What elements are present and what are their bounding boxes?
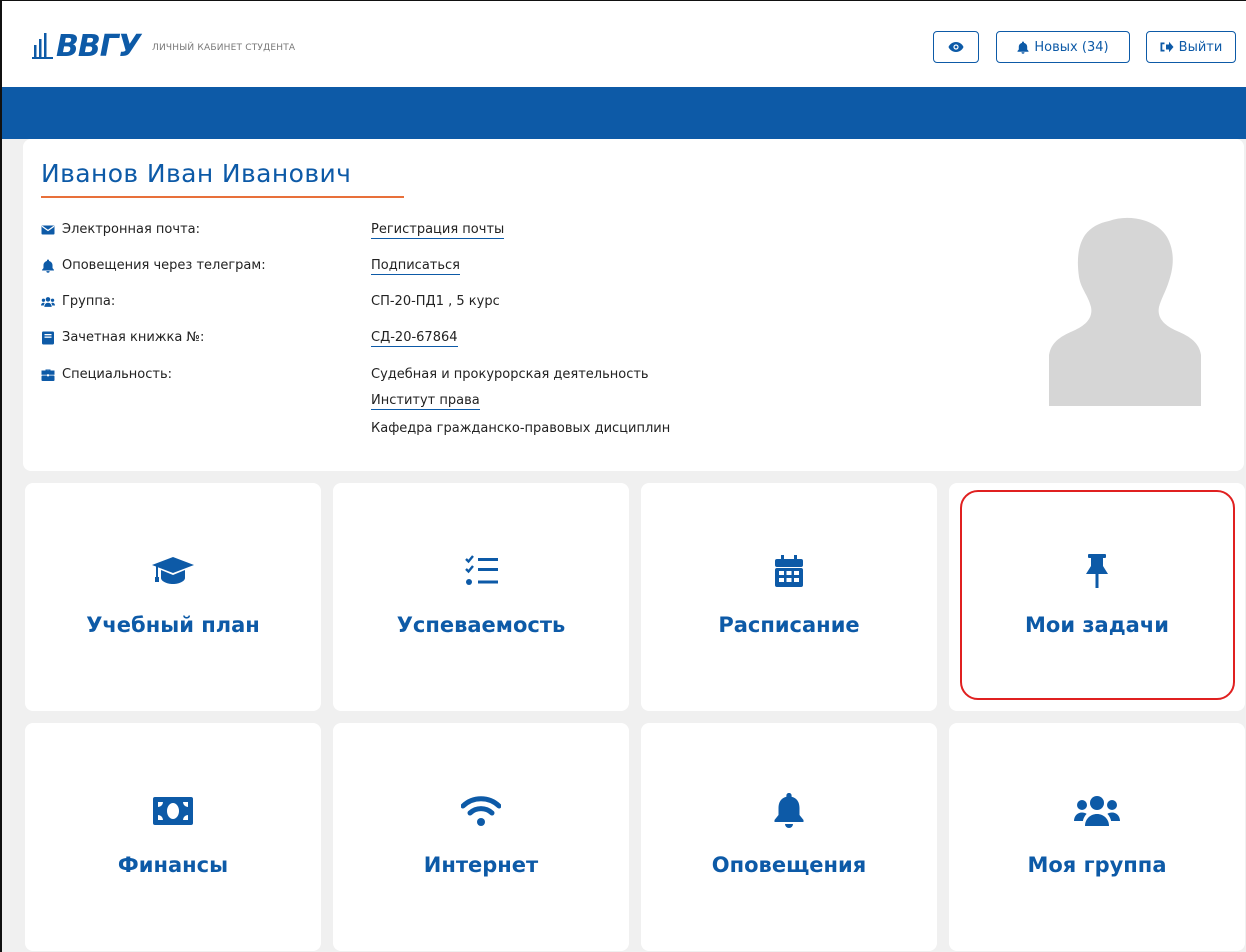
graduation-cap-icon: [152, 557, 194, 584]
tile-internet[interactable]: Интернет: [333, 723, 629, 951]
users-icon: [1074, 796, 1120, 826]
bell-icon: [1017, 41, 1029, 54]
email-value: Регистрация почты: [371, 222, 505, 239]
group-value: СП-20-ПД1 , 5 курс: [371, 294, 500, 309]
tile-schedule-label: Расписание: [718, 613, 860, 637]
email-registration-link[interactable]: Регистрация почты: [371, 222, 505, 239]
tile-finance[interactable]: Финансы: [25, 723, 321, 951]
specialty-row-label: Специальность:: [41, 367, 172, 382]
email-label: Электронная почта:: [62, 222, 200, 237]
institute-value: Институт права: [371, 393, 480, 410]
tile-study-plan[interactable]: Учебный план: [25, 483, 321, 711]
users-icon: [41, 296, 55, 307]
tile-performance-label: Успеваемость: [396, 613, 566, 637]
checklist-icon: [465, 555, 498, 585]
eye-icon: [948, 42, 964, 52]
tile-performance[interactable]: Успеваемость: [333, 483, 629, 711]
logout-label: Выйти: [1178, 39, 1223, 55]
tile-notifications[interactable]: Оповещения: [641, 723, 937, 951]
logout-button[interactable]: Выйти: [1146, 31, 1236, 63]
tile-my-group-label: Моя группа: [1027, 853, 1167, 877]
bell-icon: [42, 259, 54, 273]
group-row-label: Группа:: [41, 294, 115, 309]
notifications-button[interactable]: Новых (34): [996, 31, 1130, 63]
university-logo[interactable]: ВВГУ: [32, 28, 141, 64]
book-icon: [42, 331, 54, 344]
telegram-row-label: Оповещения через телеграм:: [41, 258, 266, 273]
thumbtack-icon: [1086, 554, 1108, 588]
institute-link[interactable]: Институт права: [371, 393, 480, 410]
calendar-icon: [775, 555, 803, 587]
tile-finance-label: Финансы: [117, 853, 229, 877]
avatar-placeholder: [1049, 217, 1201, 406]
tile-my-group[interactable]: Моя группа: [949, 723, 1245, 951]
header-band: [2, 87, 1246, 139]
specialty-value: Судебная и прокурорская деятельность: [371, 367, 649, 382]
name-underline: [41, 196, 404, 198]
record-book-row-label: Зачетная книжка №:: [41, 330, 204, 345]
tile-study-plan-label: Учебный план: [86, 613, 260, 637]
tile-notifications-label: Оповещения: [711, 853, 867, 877]
wifi-icon: [461, 796, 501, 826]
logo-text: ВВГУ: [56, 28, 141, 64]
envelope-icon: [41, 225, 55, 234]
cabinet-subtitle: ЛИЧНЫЙ КАБИНЕТ СТУДЕНТА: [152, 43, 296, 53]
tile-internet-label: Интернет: [423, 853, 539, 877]
profile-card: Иванов Иван Иванович Электронная почта: …: [23, 139, 1244, 471]
telegram-label: Оповещения через телеграм:: [62, 258, 266, 273]
accessibility-button[interactable]: [933, 31, 979, 63]
specialty-label: Специальность:: [62, 367, 173, 382]
telegram-value: Подписаться: [371, 258, 460, 275]
tile-my-tasks-label: Мои задачи: [1025, 613, 1169, 637]
tile-my-tasks[interactable]: Мои задачи: [949, 483, 1245, 711]
notifications-label: Новых (34): [1034, 39, 1109, 55]
student-name: Иванов Иван Иванович: [41, 159, 352, 188]
logo-pillars-icon: [32, 33, 53, 59]
bell-icon: [774, 793, 804, 828]
subscribe-link[interactable]: Подписаться: [371, 258, 460, 275]
money-icon: [153, 797, 193, 825]
record-book-value: СД-20-67864: [371, 330, 458, 347]
tile-schedule[interactable]: Расписание: [641, 483, 937, 711]
group-label: Группа:: [62, 294, 116, 309]
sign-out-icon: [1160, 41, 1174, 53]
department-value: Кафедра гражданско-правовых дисциплин: [371, 421, 671, 436]
record-book-label: Зачетная книжка №:: [62, 330, 205, 345]
top-bar: ВВГУ ЛИЧНЫЙ КАБИНЕТ СТУДЕНТА Новых (34) …: [2, 1, 1246, 87]
record-book-link[interactable]: СД-20-67864: [371, 330, 458, 347]
briefcase-icon: [41, 369, 55, 381]
email-row-label: Электронная почта:: [41, 222, 200, 237]
